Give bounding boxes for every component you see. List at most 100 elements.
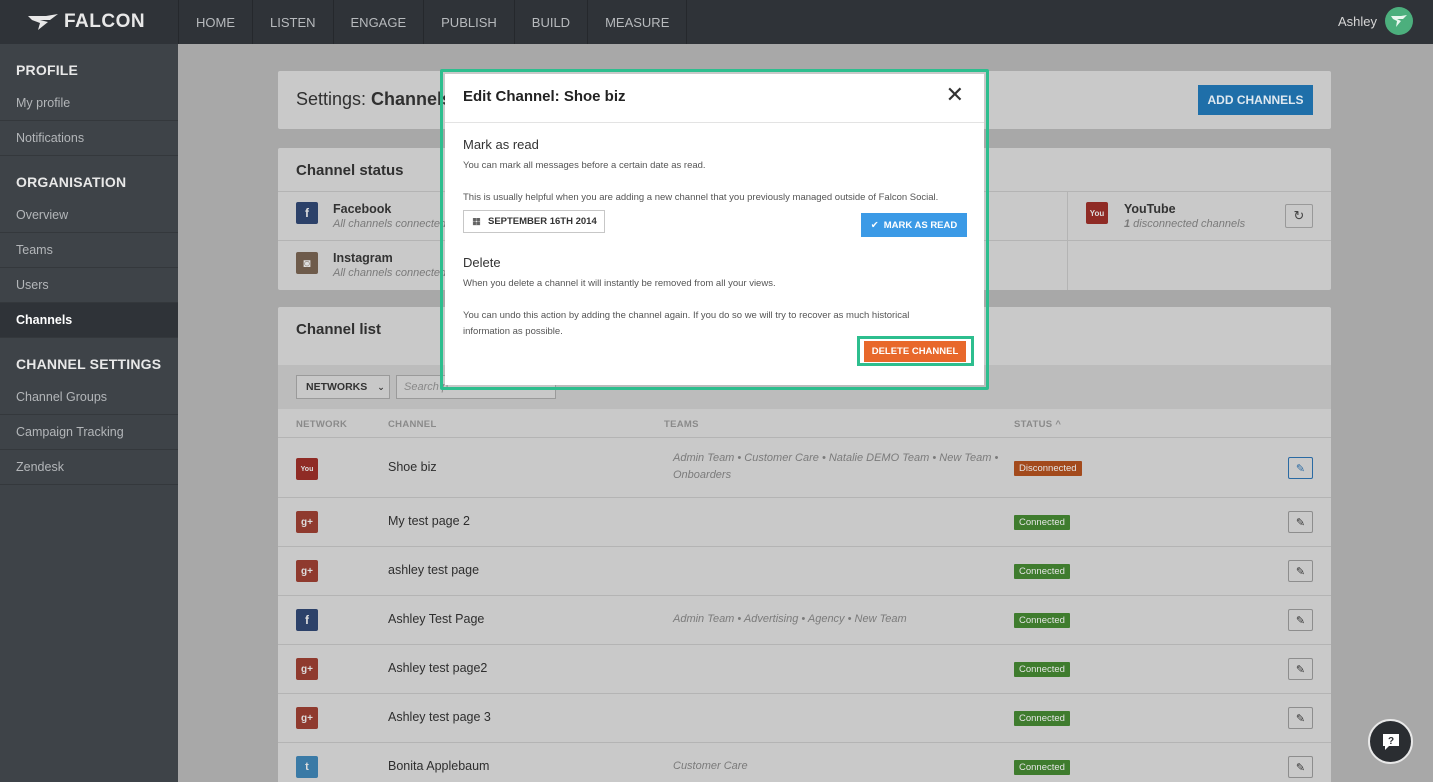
nav-listen[interactable]: LISTEN	[253, 0, 334, 44]
pencil-icon: ✎	[1295, 565, 1306, 578]
divider-vertical	[1067, 191, 1068, 290]
delete-channel-button[interactable]: DELETE CHANNEL	[864, 341, 966, 362]
table-row: You Shoe biz Admin Team • Customer Care …	[278, 437, 1331, 497]
table-row: g+ My test page 2 Connected ✎	[278, 497, 1331, 546]
channel-list-title: Channel list	[296, 321, 382, 338]
pencil-icon: ✎	[1295, 614, 1306, 627]
google-plus-icon: g+	[296, 658, 318, 680]
delete-text: When you delete a channel it will instan…	[463, 278, 776, 289]
refresh-icon: ↻	[1293, 208, 1305, 223]
nav-publish[interactable]: PUBLISH	[424, 0, 515, 44]
user-menu[interactable]: Ashley	[1338, 7, 1413, 35]
channel-teams: Customer Care	[673, 760, 748, 772]
channel-name: Ashley Test Page	[388, 612, 485, 626]
status-badge: Connected	[1014, 711, 1070, 726]
table-row: g+ Ashley test page2 Connected ✎	[278, 644, 1331, 693]
channel-name: ashley test page	[388, 563, 480, 577]
sidebar-heading-organisation: ORGANISATION	[16, 174, 127, 190]
status-badge: Disconnected	[1014, 461, 1082, 476]
modal-title: Edit Channel: Shoe biz	[463, 88, 626, 105]
main-nav: HOME LISTEN ENGAGE PUBLISH BUILD MEASURE	[178, 0, 688, 44]
column-header-network: NETWORK	[296, 419, 348, 430]
twitter-icon: t	[296, 756, 318, 778]
edit-button[interactable]: ✎	[1288, 756, 1313, 778]
nav-build[interactable]: BUILD	[515, 0, 589, 44]
mark-as-read-help: This is usually helpful when you are add…	[463, 192, 939, 203]
settings-sidebar: PROFILE My profile Notifications ORGANIS…	[0, 44, 178, 782]
pencil-icon: ✎	[1295, 663, 1306, 676]
sidebar-item-my-profile[interactable]: My profile	[0, 86, 178, 121]
nav-home[interactable]: HOME	[178, 0, 253, 44]
channel-teams: Admin Team • Advertising • Agency • New …	[673, 613, 907, 625]
nav-measure[interactable]: MEASURE	[588, 0, 688, 44]
calendar-icon: ▦	[472, 216, 481, 227]
add-channels-button[interactable]: ADD CHANNELS	[1198, 85, 1313, 115]
facebook-icon: f	[296, 609, 318, 631]
column-header-status[interactable]: STATUS ^	[1014, 419, 1061, 430]
user-name: Ashley	[1337, 13, 1377, 29]
edit-button[interactable]: ✎	[1288, 511, 1313, 533]
networks-filter-label: NETWORKS	[306, 381, 368, 393]
channel-name: Ashley test page 3	[388, 710, 491, 724]
status-badge: Connected	[1014, 515, 1070, 530]
edit-button[interactable]: ✎	[1288, 658, 1313, 680]
google-plus-icon: g+	[296, 707, 318, 729]
edit-button[interactable]: ✎	[1288, 560, 1313, 582]
instagram-icon: ◙	[296, 252, 318, 274]
status-instagram-name: Instagram	[333, 251, 393, 265]
refresh-button[interactable]: ↻	[1285, 204, 1313, 228]
pencil-icon: ✎	[1295, 712, 1306, 725]
status-instagram-sub: All channels connected	[333, 267, 447, 279]
table-row: g+ Ashley test page 3 Connected ✎	[278, 693, 1331, 742]
nav-engage[interactable]: ENGAGE	[334, 0, 425, 44]
close-icon[interactable]: ✕	[946, 84, 964, 106]
delete-heading: Delete	[463, 255, 501, 270]
pencil-icon: ✎	[1295, 462, 1306, 475]
falcon-bird-icon	[28, 14, 58, 30]
channel-name: Ashley test page2	[388, 661, 488, 675]
channel-status-title: Channel status	[296, 162, 404, 179]
status-badge: Connected	[1014, 760, 1070, 775]
status-youtube-text: disconnected channels	[1130, 218, 1246, 230]
status-facebook-name: Facebook	[333, 202, 392, 216]
sidebar-item-users[interactable]: Users	[0, 268, 178, 303]
status-youtube-sub: 1 disconnected channels	[1124, 218, 1245, 230]
edit-button[interactable]: ✎	[1288, 457, 1313, 479]
pencil-icon: ✎	[1295, 761, 1306, 774]
sidebar-item-channels[interactable]: Channels	[0, 303, 178, 338]
mark-as-read-text: You can mark all messages before a certa…	[463, 160, 706, 171]
sidebar-item-notifications[interactable]: Notifications	[0, 121, 178, 156]
youtube-icon: You	[296, 458, 318, 480]
sidebar-item-overview[interactable]: Overview	[0, 198, 178, 233]
column-header-teams: TEAMS	[664, 419, 699, 430]
status-badge: Connected	[1014, 613, 1070, 628]
sidebar-item-campaign-tracking[interactable]: Campaign Tracking	[0, 415, 178, 450]
date-picker[interactable]: ▦ SEPTEMBER 16TH 2014	[463, 210, 605, 233]
modal-divider	[445, 122, 984, 123]
svg-text:?: ?	[1387, 736, 1393, 747]
avatar[interactable]	[1385, 7, 1413, 35]
sidebar-item-channel-groups[interactable]: Channel Groups	[0, 380, 178, 415]
status-badge: Connected	[1014, 662, 1070, 677]
column-header-channel: CHANNEL	[388, 419, 437, 430]
edit-button[interactable]: ✎	[1288, 707, 1313, 729]
table-row: t Bonita Applebaum Customer Care Connect…	[278, 742, 1331, 782]
status-badge: Connected	[1014, 564, 1070, 579]
page-title: Settings: Channels	[296, 89, 452, 110]
falcon-avatar-icon	[1391, 15, 1407, 27]
edit-button[interactable]: ✎	[1288, 609, 1313, 631]
channel-name: Bonita Applebaum	[388, 759, 490, 773]
edit-channel-modal: Edit Channel: Shoe biz ✕ Mark as read Yo…	[445, 74, 984, 385]
falcon-logo[interactable]: FALCON	[0, 0, 178, 44]
sidebar-item-teams[interactable]: Teams	[0, 233, 178, 268]
help-chat-button[interactable]: ?	[1368, 719, 1413, 764]
status-facebook-sub: All channels connected	[333, 218, 447, 230]
sidebar-heading-profile: PROFILE	[16, 62, 79, 78]
sidebar-item-zendesk[interactable]: Zendesk	[0, 450, 178, 485]
mark-as-read-heading: Mark as read	[463, 137, 539, 152]
networks-filter-dropdown[interactable]: NETWORKS ⌄	[296, 375, 390, 399]
youtube-icon: You	[1086, 202, 1108, 224]
mark-as-read-label: MARK AS READ	[883, 219, 958, 231]
table-row: f Ashley Test Page Admin Team • Advertis…	[278, 595, 1331, 644]
mark-as-read-button[interactable]: ✔ MARK AS READ	[861, 213, 967, 237]
